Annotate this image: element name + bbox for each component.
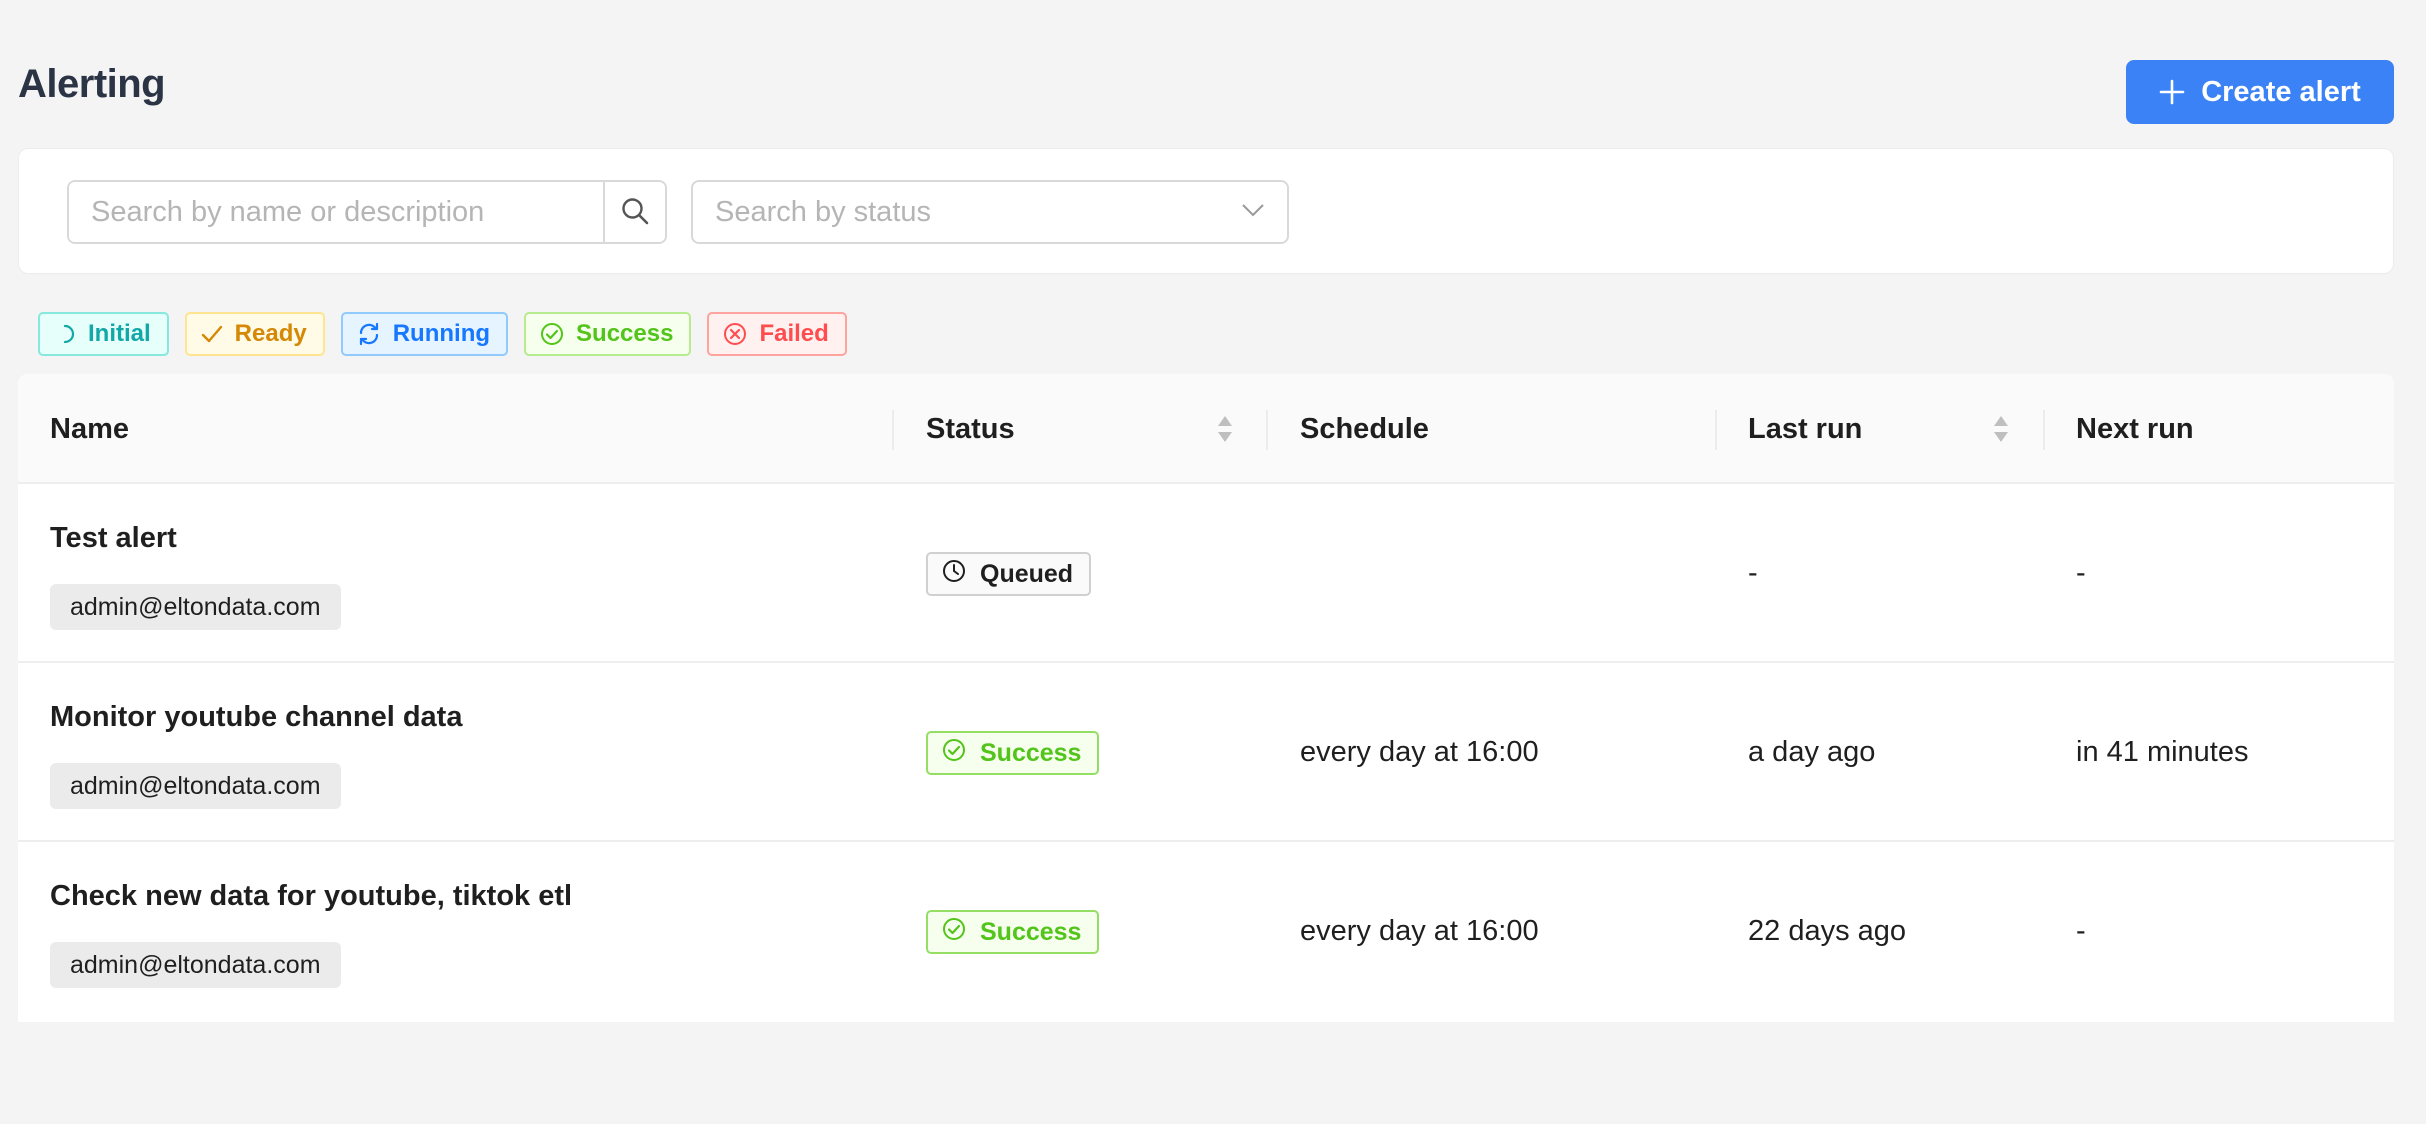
table-row[interactable]: Monitor youtube channel data admin@elton…: [18, 663, 2394, 842]
alert-name[interactable]: Test alert: [50, 522, 177, 555]
sort-icon[interactable]: [1216, 414, 1234, 449]
owner-chip: admin@eltondata.com: [50, 584, 341, 630]
legend-label: Running: [392, 320, 491, 347]
filter-card: Search by status: [18, 148, 2394, 274]
status-badge: Success: [926, 910, 1100, 954]
status-badge: Success: [926, 731, 1100, 775]
status-label: Success: [980, 917, 1082, 946]
status-label: Success: [980, 738, 1082, 767]
search-button[interactable]: [603, 182, 665, 242]
plus-icon: [2159, 79, 2185, 105]
check-icon: [201, 323, 223, 345]
search-icon: [620, 196, 650, 229]
table-row[interactable]: Test alert admin@eltondata.com Queued - …: [18, 484, 2394, 663]
table-row[interactable]: Check new data for youtube, tiktok etl a…: [18, 842, 2394, 1021]
column-divider: [1266, 410, 1268, 450]
legend-ready: Ready: [184, 312, 325, 356]
status-badge: Queued: [926, 552, 1092, 596]
check-circle-icon: [540, 322, 564, 346]
column-header-next-run: Next run: [2076, 412, 2194, 445]
legend-label: Success: [576, 320, 674, 347]
legend-success: Success: [524, 312, 692, 356]
legend-failed: Failed: [707, 312, 847, 356]
sync-icon: [357, 322, 381, 346]
column-header-last-run[interactable]: Last run: [1748, 374, 1862, 484]
schedule-cell: every day at 16:00: [1300, 915, 1539, 947]
alert-name[interactable]: Check new data for youtube, tiktok etl: [50, 880, 572, 913]
create-alert-button[interactable]: Create alert: [2126, 60, 2394, 124]
status-select-placeholder: Search by status: [715, 195, 931, 228]
table-header: Name Status Schedule Last run Next run: [18, 374, 2394, 484]
chevron-down-icon: [1241, 203, 1265, 222]
legend-label: Initial: [88, 320, 151, 347]
check-circle-icon: [942, 917, 966, 948]
legend-running: Running: [340, 312, 509, 356]
column-divider: [2043, 410, 2045, 450]
legend-label: Failed: [759, 320, 829, 347]
last-run-cell: a day ago: [1748, 736, 1876, 768]
last-run-cell: 22 days ago: [1748, 915, 1907, 947]
next-run-cell: in 41 minutes: [2076, 736, 2249, 768]
last-run-cell: -: [1748, 557, 1758, 589]
owner-chip: admin@eltondata.com: [50, 763, 341, 809]
status-legend: Initial Ready Running Success Failed: [38, 312, 847, 356]
page-title: Alerting: [18, 62, 166, 106]
column-header-schedule: Schedule: [1300, 412, 1429, 445]
sort-icon[interactable]: [1992, 414, 2010, 449]
column-header-status[interactable]: Status: [926, 374, 1015, 484]
search-box: [67, 180, 667, 244]
legend-label: Ready: [234, 320, 307, 347]
legend-initial: Initial: [38, 312, 169, 356]
spinner-icon: [54, 323, 76, 345]
next-run-cell: -: [2076, 557, 2086, 589]
column-header-name: Name: [50, 412, 129, 445]
schedule-cell: every day at 16:00: [1300, 736, 1539, 768]
clock-icon: [942, 559, 966, 590]
alert-name[interactable]: Monitor youtube channel data: [50, 701, 462, 734]
next-run-cell: -: [2076, 915, 2086, 947]
column-divider: [892, 410, 894, 450]
create-alert-label: Create alert: [2201, 75, 2361, 108]
alerts-table: Name Status Schedule Last run Next run T…: [18, 374, 2394, 1022]
close-circle-icon: [723, 322, 747, 346]
check-circle-icon: [942, 738, 966, 769]
status-label: Queued: [980, 559, 1074, 588]
search-input[interactable]: [69, 182, 603, 242]
column-divider: [1715, 410, 1717, 450]
owner-chip: admin@eltondata.com: [50, 942, 341, 988]
status-select[interactable]: Search by status: [691, 180, 1289, 244]
